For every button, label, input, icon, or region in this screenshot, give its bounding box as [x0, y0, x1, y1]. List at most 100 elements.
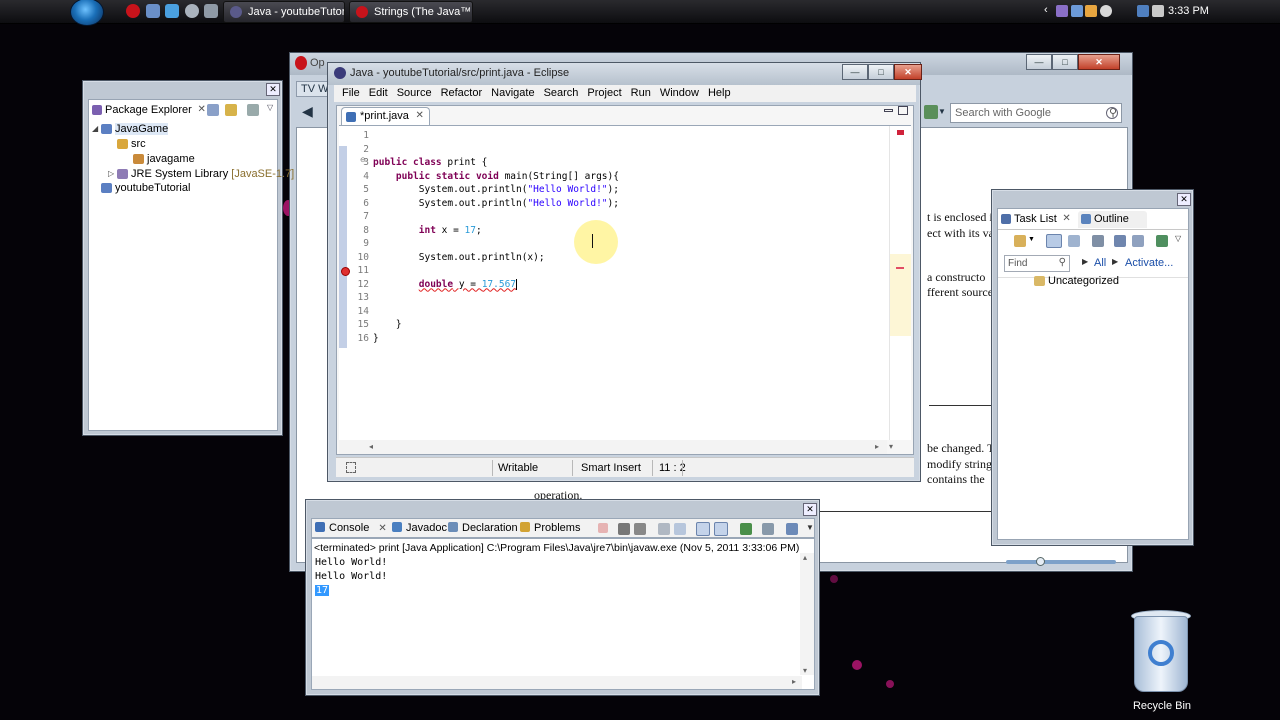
scroll-left-icon[interactable]: ◂	[369, 442, 373, 451]
collapse-all-icon[interactable]	[1114, 235, 1126, 247]
minimize-button[interactable]: —	[1026, 54, 1052, 70]
network-icon[interactable]	[1137, 5, 1149, 17]
menu-refactor[interactable]: Refactor	[437, 85, 488, 102]
remove-all-icon[interactable]	[634, 523, 646, 535]
expand-icon[interactable]: ▷	[108, 169, 114, 178]
focus-icon[interactable]	[1092, 235, 1104, 247]
editor-tab-print-java[interactable]: *print.java ✕	[341, 107, 430, 125]
show-desktop-icon[interactable]	[146, 4, 160, 18]
overview-ruler[interactable]	[889, 126, 911, 440]
explorer-quicklaunch-icon[interactable]	[165, 4, 179, 18]
search-engine-dropdown-icon[interactable]: ▼	[938, 107, 946, 116]
tray-app-icon[interactable]	[1100, 5, 1112, 17]
close-icon[interactable]: ✕	[197, 104, 205, 115]
tab-package-explorer[interactable]: Package Explorer ✕	[89, 102, 210, 119]
close-icon[interactable]: ✕	[378, 523, 386, 534]
scroll-down-icon[interactable]: ▾	[803, 666, 807, 675]
opera-quicklaunch-icon[interactable]	[126, 4, 140, 18]
taskbar-button-opera[interactable]: Strings (The Java™ T...	[349, 1, 473, 23]
menu-run[interactable]: Run	[627, 85, 656, 102]
tree-item-youtubetutorial-project[interactable]: youtubeTutorial	[99, 182, 190, 194]
new-task-icon[interactable]	[1014, 235, 1026, 247]
tab-task-list[interactable]: Task List ✕	[998, 211, 1075, 228]
maximize-button[interactable]: □	[868, 64, 894, 80]
volume-icon[interactable]	[1152, 5, 1164, 17]
code-editor[interactable]: ⊖ 1 2 3 4 5 6 7 8 9 10 11 12 13 14 15 16…	[339, 125, 911, 440]
view-menu-icon[interactable]: ▼	[806, 523, 814, 532]
tree-item-javagame-package[interactable]: javagame	[131, 153, 195, 165]
browser-quicklaunch-icon[interactable]	[185, 4, 199, 18]
settings-icon[interactable]	[1106, 107, 1118, 119]
menu-help[interactable]: Help	[704, 85, 736, 102]
remove-launch-icon[interactable]	[618, 523, 630, 535]
menu-edit[interactable]: Edit	[365, 85, 393, 102]
opera-search-input[interactable]: Search with Google ⚲	[950, 103, 1122, 123]
open-console-icon[interactable]	[740, 523, 752, 535]
tray-app-icon[interactable]	[1085, 5, 1097, 17]
error-overview-marker[interactable]	[897, 130, 904, 135]
clock[interactable]: 3:33 PM	[1168, 5, 1209, 17]
fast-view-icon[interactable]	[346, 462, 356, 473]
word-wrap-icon[interactable]	[714, 522, 728, 536]
zoom-slider[interactable]	[1006, 557, 1116, 566]
tab-javadoc[interactable]: Javadoc	[392, 522, 447, 534]
new-task-dropdown-icon[interactable]: ▼	[1028, 236, 1035, 243]
close-button[interactable]: ✕	[1177, 193, 1191, 206]
scroll-up-icon[interactable]: ▴	[803, 553, 807, 562]
pin-console-icon[interactable]	[696, 522, 710, 536]
vertical-scrollbar[interactable]: ▴ ▾	[800, 553, 814, 675]
menu-file[interactable]: File	[338, 85, 365, 102]
close-button[interactable]: ✕	[1078, 54, 1120, 70]
close-button[interactable]: ✕	[803, 503, 817, 516]
terminate-icon[interactable]	[598, 523, 608, 533]
zoom-slider-thumb[interactable]	[1036, 557, 1045, 566]
expand-all-icon[interactable]	[1132, 235, 1144, 247]
synchronize-icon[interactable]	[1156, 235, 1168, 247]
tab-console[interactable]: Console ✕	[315, 522, 387, 534]
minimize-view-icon[interactable]	[247, 104, 259, 116]
console-output[interactable]: <terminated> print [Java Application] C:…	[311, 538, 815, 690]
menu-navigate[interactable]: Navigate	[487, 85, 539, 102]
categorized-icon[interactable]	[1046, 234, 1062, 248]
scroll-right-icon[interactable]: ▸	[792, 677, 796, 686]
tab-outline[interactable]: Outline	[1078, 211, 1147, 228]
collapse-icon[interactable]: ◢	[92, 124, 98, 133]
tray-app-icon[interactable]	[1056, 5, 1068, 17]
error-overview-marker[interactable]	[896, 267, 904, 269]
maximize-view-icon[interactable]	[898, 106, 908, 115]
collapse-all-icon[interactable]	[207, 104, 219, 116]
new-console-icon[interactable]	[786, 523, 798, 535]
media-quicklaunch-icon[interactable]	[204, 4, 218, 18]
all-filter-link[interactable]: All	[1094, 257, 1106, 269]
horizontal-scrollbar[interactable]: ▸	[312, 676, 802, 689]
minimize-button[interactable]: —	[842, 64, 868, 80]
minimize-view-icon[interactable]	[884, 109, 893, 112]
menu-search[interactable]: Search	[540, 85, 584, 102]
clear-console-icon[interactable]	[658, 523, 670, 535]
scroll-lock-icon[interactable]	[674, 523, 686, 535]
maximize-button[interactable]: □	[1052, 54, 1078, 70]
view-menu-icon[interactable]: ▽	[267, 103, 273, 112]
start-orb-icon[interactable]	[70, 0, 104, 26]
horizontal-scrollbar[interactable]: ◂ ▸	[339, 440, 887, 454]
selected-output[interactable]: 17	[315, 585, 330, 596]
task-category-uncategorized[interactable]: Uncategorized	[1032, 275, 1119, 287]
tree-item-src[interactable]: src	[115, 138, 146, 150]
bookmark-icon[interactable]	[924, 105, 938, 119]
tab-problems[interactable]: Problems	[520, 522, 580, 534]
back-arrow-icon[interactable]: ◀	[302, 103, 313, 120]
close-button[interactable]: ✕	[894, 64, 922, 80]
tree-item-jre-library[interactable]: ▷ JRE System Library [JavaSE-1.7]	[108, 168, 294, 180]
menu-project[interactable]: Project	[583, 85, 626, 102]
taskbar-button-eclipse[interactable]: Java - youtubeTutor...	[223, 1, 345, 23]
view-menu-icon[interactable]: ▽	[1175, 234, 1181, 243]
scroll-right-icon[interactable]: ▸	[875, 442, 879, 451]
tree-item-javagame-project[interactable]: ◢ JavaGame	[92, 123, 169, 135]
scroll-down-icon[interactable]: ▾	[889, 442, 893, 451]
tray-expand-icon[interactable]: ‹	[1044, 4, 1048, 16]
scheduled-icon[interactable]	[1068, 235, 1080, 247]
tray-app-icon[interactable]	[1071, 5, 1083, 17]
menu-source[interactable]: Source	[393, 85, 437, 102]
activate-link[interactable]: Activate...	[1125, 257, 1173, 269]
search-icon[interactable]: ⚲	[1059, 257, 1066, 268]
